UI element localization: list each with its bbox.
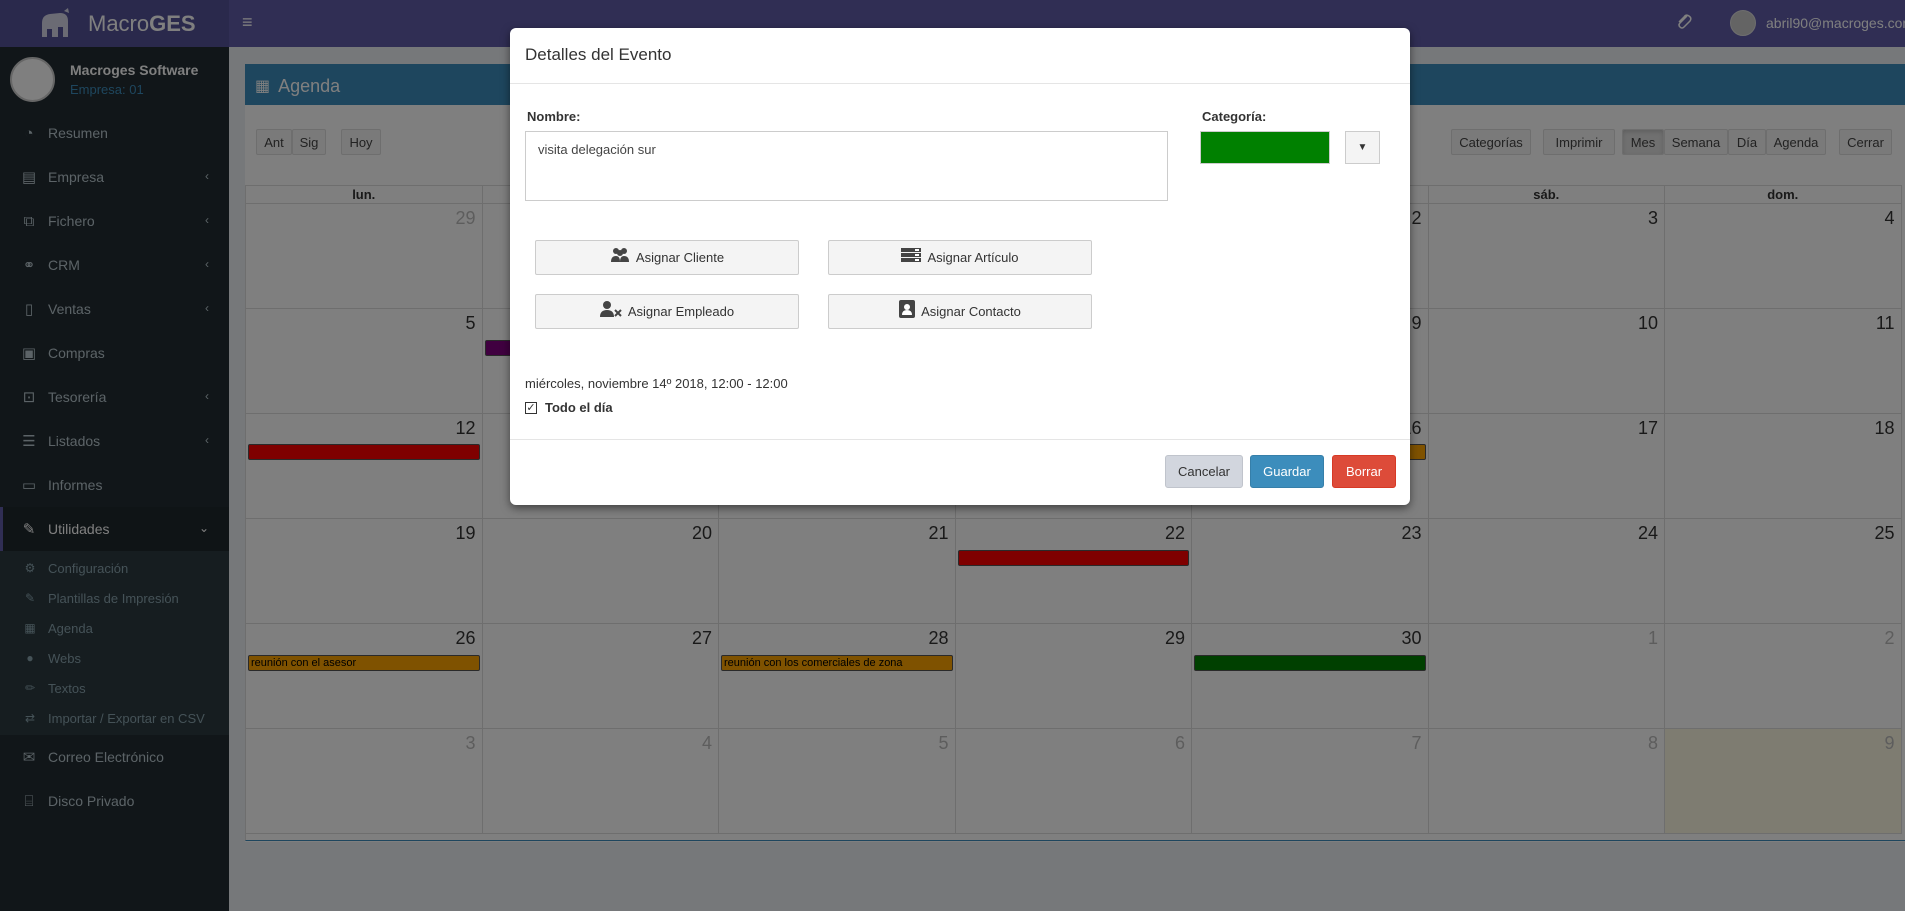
address-book-icon — [899, 300, 916, 323]
name-label: Nombre: — [527, 109, 581, 124]
event-date-range: miércoles, noviembre 14º 2018, 12:00 - 1… — [525, 376, 788, 391]
server-icon — [901, 247, 922, 268]
assign-contact-button[interactable]: Asignar Contacto — [828, 294, 1092, 329]
category-label: Categoría: — [1202, 109, 1267, 124]
save-button[interactable]: Guardar — [1250, 455, 1324, 488]
all-day-checkbox[interactable]: ✓ Todo el día — [525, 400, 613, 415]
cancel-button[interactable]: Cancelar — [1165, 455, 1243, 488]
users-icon — [610, 247, 630, 268]
category-color-swatch[interactable] — [1200, 131, 1330, 164]
checkbox-checked-icon[interactable]: ✓ — [525, 401, 537, 414]
all-day-label: Todo el día — [545, 400, 613, 415]
delete-button[interactable]: Borrar — [1332, 455, 1396, 488]
modal-footer: Cancelar Guardar Borrar — [510, 439, 1410, 505]
modal-title: Detalles del Evento — [510, 28, 1410, 84]
assign-client-button[interactable]: Asignar Cliente — [535, 240, 799, 275]
event-name-textarea[interactable]: visita delegación sur — [525, 131, 1168, 201]
user-times-icon — [599, 301, 622, 322]
caret-down-icon: ▼ — [1357, 142, 1368, 153]
category-dropdown-button[interactable]: ▼ — [1345, 131, 1380, 164]
assign-article-button[interactable]: Asignar Artículo — [828, 240, 1092, 275]
event-details-modal: Detalles del Evento Nombre: visita deleg… — [510, 28, 1410, 505]
assign-employee-button[interactable]: Asignar Empleado — [535, 294, 799, 329]
